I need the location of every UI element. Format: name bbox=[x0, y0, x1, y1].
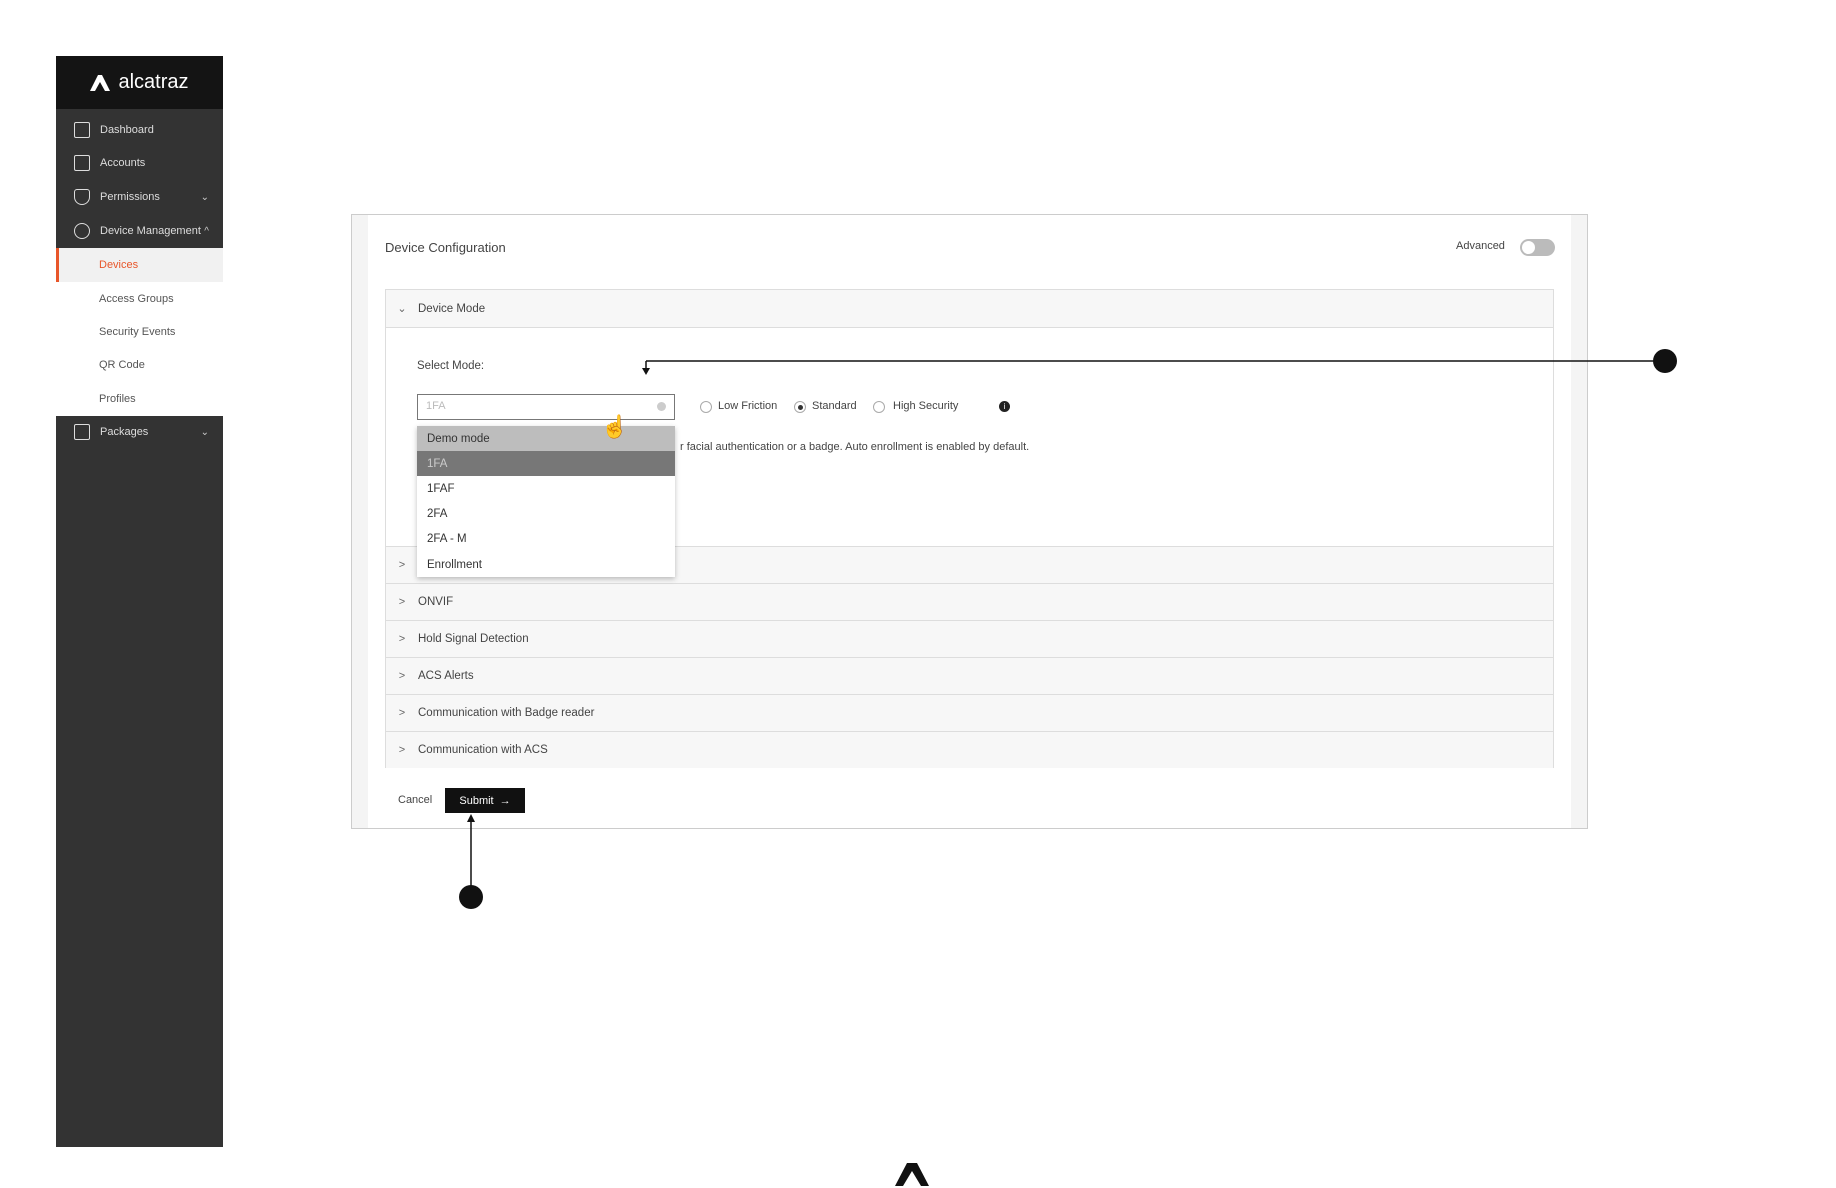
annotation-callout-top bbox=[642, 349, 1677, 375]
annotation-callout-bottom bbox=[459, 814, 483, 909]
annotation-layer bbox=[459, 349, 1677, 1186]
alcatraz-footer-logo-icon bbox=[895, 1163, 929, 1186]
